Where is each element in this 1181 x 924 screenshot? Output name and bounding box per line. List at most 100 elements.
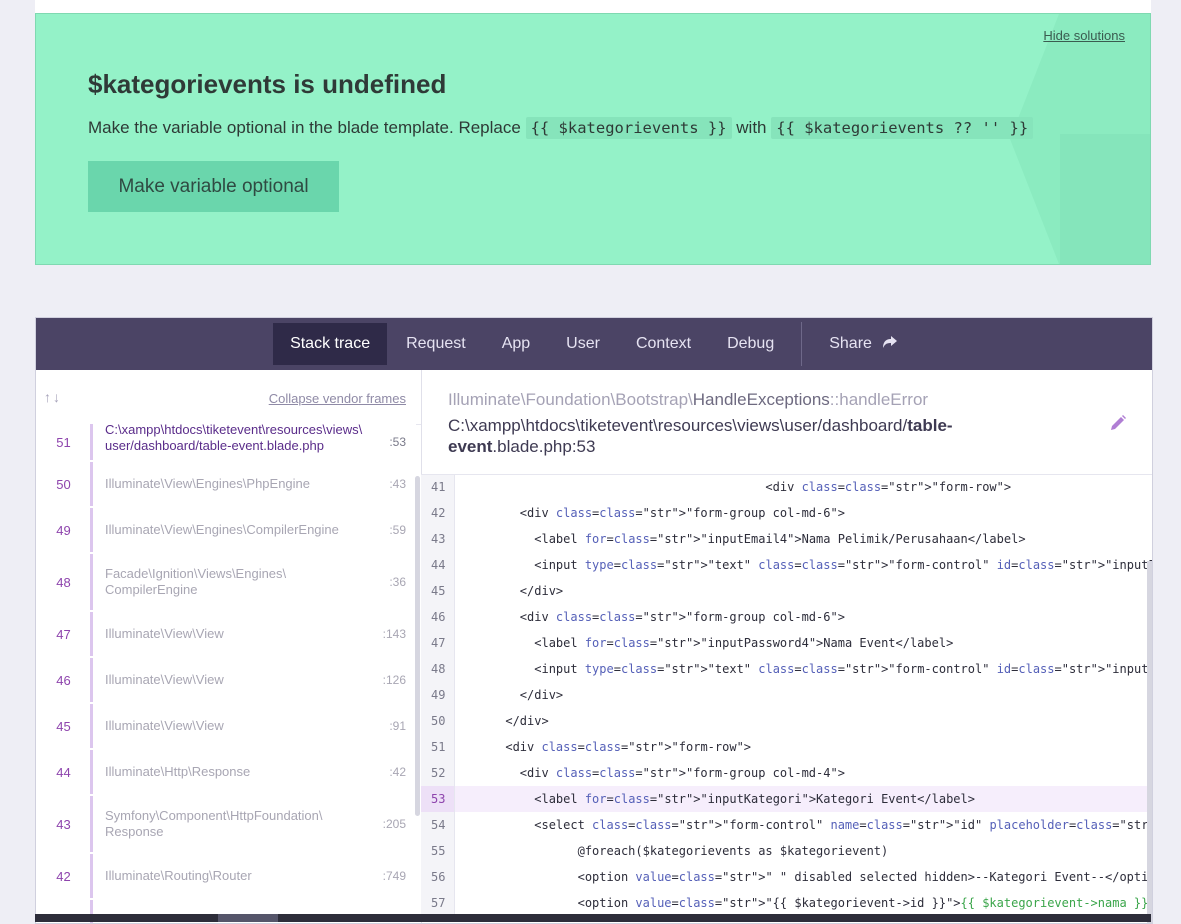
frame-class: Illuminate\View\Engines\CompilerEngine [105,522,339,537]
frames-scrollbar[interactable] [415,476,420,816]
frame-item[interactable]: 50 Illuminate\View\Engines\PhpEngine :43 [36,462,416,506]
line-number: 44 [421,552,455,578]
tab-app[interactable]: App [485,323,547,365]
code-text: <div class=class="str">"form-group col-m… [462,610,845,624]
frame-line: :126 [382,673,406,687]
line-number: 49 [421,682,455,708]
code-text: </div> [462,688,564,702]
code-line: 44 <input type=class="str">"text" class=… [421,552,1152,578]
frame-item[interactable]: 49 Illuminate\View\Engines\CompilerEngin… [36,508,416,552]
tab-request[interactable]: Request [389,323,483,365]
frame-number: 43 [56,816,71,832]
share-label: Share [829,335,872,352]
code-line: 52 <div class=class="str">"form-group co… [421,760,1148,786]
frame-number: 45 [56,718,71,734]
code-line: 55 @foreach($kategorievents as $kategori… [421,838,1148,864]
code-text: <div class=class="str">"form-row"> [462,740,752,754]
code-snippet-to: {{ $kategorievents ?? '' }} [771,117,1034,139]
code-text: <option value=class="str">" " disabled s… [462,870,1152,884]
previous-card [35,0,1151,14]
frame-line: :91 [389,719,406,733]
frame-item[interactable]: 42 Illuminate\Routing\Router :749 [36,854,416,898]
frame-line: :36 [389,575,406,589]
solution-title: $kategorievents is undefined [88,69,447,99]
code-line: 50 </div> [421,708,1148,734]
tab-context[interactable]: Context [619,323,708,365]
frame-line: :749 [382,869,406,883]
frame-class: Illuminate\View\View [105,672,224,687]
code-line: 49 </div> [421,682,1148,708]
solution-desc-with: with [736,118,767,137]
code-line: 53 <label for=class="str">"inputKategori… [421,786,1148,812]
frame-class: Facade\Ignition\Views\Engines\ CompilerEn… [105,566,287,597]
line-number: 45 [421,578,455,604]
frame-number: 49 [56,522,71,538]
code-text: <input type=class="str">"text" class=cla… [462,558,1152,572]
frame-item[interactable]: 51 C:\xampp\htdocs\tiketevent\resources\… [36,424,416,460]
frame-item[interactable]: 47 Illuminate\View\View :143 [36,612,416,656]
frame-item[interactable]: 45 Illuminate\View\View :91 [36,704,416,748]
frame-item[interactable]: 43 Symfony\Component\HttpFoundation\ Resp… [36,796,416,852]
code-text: <div class=class="str">"form-group col-m… [462,766,845,780]
code-line: 43 <label for=class="str">"inputEmail4">… [421,526,1148,552]
line-number: 47 [421,630,455,656]
tab-separator [801,322,803,366]
bottom-bar [35,914,1151,922]
frame-line: :205 [382,817,406,831]
frame-line: :42 [389,765,406,779]
line-number: 51 [421,734,455,760]
line-number: 57 [421,890,455,916]
frame-item[interactable]: 46 Illuminate\View\View :126 [36,658,416,702]
frames-sidebar: ↑↓ Collapse vendor frames 51 C:\xampp\ht… [36,370,422,923]
file-path: C:\xampp\htdocs\tiketevent\resources\vie… [448,416,953,456]
frame-number: 47 [56,626,71,642]
frame-class: C:\xampp\htdocs\tiketevent\resources\vie… [105,424,363,453]
frame-line: :53 [389,435,406,449]
code-line: 47 <label for=class="str">"inputPassword… [421,630,1148,656]
solution-description: Make the variable optional in the blade … [88,117,1034,139]
code-line: 56 <option value=class="str">" " disable… [421,864,1152,890]
hide-solutions-link[interactable]: Hide solutions [1043,28,1125,43]
code-snippet-from: {{ $kategorievents }} [525,117,732,139]
line-number: 43 [421,526,455,552]
pencil-icon[interactable] [1109,414,1127,437]
code-text: <label for=class="str">"inputPassword4">… [462,636,954,650]
code-line: 48 <input type=class="str">"text" class=… [421,656,1152,682]
code-text: <label for=class="str">"inputEmail4">Nam… [462,532,1026,546]
code-text: @foreach($kategorievents as $kategorieve… [462,844,889,858]
frame-line: :59 [389,523,406,537]
frame-class: Illuminate\Routing\Router [105,868,252,883]
code-line: 42 <div class=class="str">"form-group co… [421,500,1148,526]
frame-class: Symfony\Component\HttpFoundation\ Respons… [105,808,323,839]
line-number: 41 [421,475,455,500]
code-text: </div> [462,584,564,598]
tab-debug[interactable]: Debug [710,323,791,365]
code-line: 51 <div class=class="str">"form-row"> [421,734,1148,760]
code-text: <div class=class="str">"form-group col-m… [462,506,845,520]
tab-user[interactable]: User [549,323,617,365]
line-number: 48 [421,656,455,682]
frame-number: 46 [56,672,71,688]
tab-share[interactable]: Share [812,323,915,365]
line-number: 50 [421,708,455,734]
code-line: 41 <div class=class="str">"form-row"> [421,475,1148,500]
frame-number: 44 [56,764,71,780]
frame-class: Illuminate\View\Engines\PhpEngine [105,476,311,491]
frame-number: 48 [56,574,71,590]
code-line: 45 </div> [421,578,1148,604]
line-number: 46 [421,604,455,630]
code-text: <option value=class="str">"{{ $kategorie… [462,896,1152,910]
share-arrow-icon [882,335,898,354]
collapse-vendor-frames-link[interactable]: Collapse vendor frames [269,391,406,406]
code-text: <div class=class="str">"form-row"> [462,480,1012,494]
code-scrollbar[interactable] [1147,561,1152,923]
frame-item[interactable]: 48 Facade\Ignition\Views\Engines\ Compile… [36,554,416,610]
make-variable-optional-button[interactable]: Make variable optional [88,161,339,212]
frame-line: :143 [382,627,406,641]
tab-stack-trace[interactable]: Stack trace [273,323,388,365]
sort-arrows-icon[interactable]: ↑↓ [44,389,62,405]
exception-class: Illuminate\Foundation\Bootstrap\HandleEx… [448,390,929,409]
code-text: <label for=class="str">"inputKategori">K… [462,792,975,806]
frame-item[interactable]: 44 Illuminate\Http\Response :42 [36,750,416,794]
line-number: 55 [421,838,455,864]
